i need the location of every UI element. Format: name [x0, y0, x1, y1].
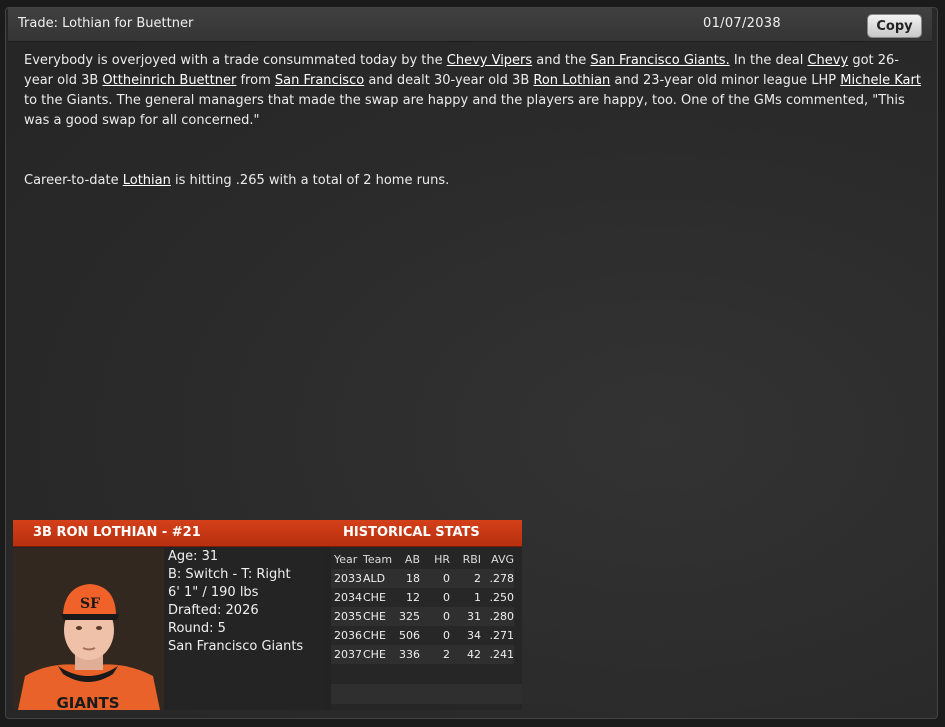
- link-ottheinrich-buettner[interactable]: Ottheinrich Buettner: [102, 73, 236, 88]
- cell-hr: 0: [443, 610, 450, 623]
- cell-rbi: 34: [467, 629, 481, 642]
- cell-avg: .280: [489, 610, 515, 623]
- col-team[interactable]: Team: [363, 550, 393, 569]
- cell-hr: 2: [443, 648, 450, 661]
- col-rbi[interactable]: RBI: [450, 550, 481, 569]
- link-michele-kart[interactable]: Michele Kart: [840, 73, 921, 88]
- table-row: 2033 ALD 18 0 2 .278: [331, 569, 514, 588]
- cell-ab: 18: [406, 572, 420, 585]
- player-bio: Age: 31 B: Switch - T: Right 6' 1" / 190…: [168, 548, 323, 710]
- article-text: Everybody is overjoyed with a trade cons…: [24, 53, 447, 68]
- article-text: In the deal: [729, 53, 808, 68]
- player-bats-throws: B: Switch - T: Right: [168, 567, 291, 582]
- player-drafted: Drafted: 2026: [168, 603, 259, 618]
- cell-year: 2037: [334, 648, 362, 661]
- cell-ab: 336: [399, 648, 420, 661]
- cell-ab: 506: [399, 629, 420, 642]
- article-paragraph: Everybody is overjoyed with a trade cons…: [24, 51, 924, 131]
- cell-ab: 12: [406, 591, 420, 604]
- stats-empty-row: [331, 684, 522, 704]
- cell-hr: 0: [443, 629, 450, 642]
- player-height-weight: 6' 1" / 190 lbs: [168, 585, 259, 600]
- cell-team: CHE: [363, 648, 386, 661]
- article-text: to the Giants. The general managers that…: [24, 93, 905, 128]
- article-text: and dealt 30-year old 3B: [364, 73, 534, 88]
- col-avg[interactable]: AVG: [481, 550, 514, 569]
- link-chevy[interactable]: Chevy: [807, 53, 848, 68]
- cell-avg: .250: [489, 591, 515, 604]
- cell-rbi: 42: [467, 648, 481, 661]
- article-text: and 23-year old minor league LHP: [610, 73, 841, 88]
- col-ab[interactable]: AB: [393, 550, 420, 569]
- copy-button[interactable]: Copy: [867, 14, 922, 38]
- cell-hr: 0: [443, 591, 450, 604]
- link-lothian[interactable]: Lothian: [123, 173, 171, 188]
- historical-stats-title: HISTORICAL STATS: [343, 525, 480, 540]
- cell-rbi: 31: [467, 610, 481, 623]
- cell-ab: 325: [399, 610, 420, 623]
- player-age: Age: 31: [168, 549, 219, 564]
- table-row: 2036 CHE 506 0 34 .271: [331, 626, 514, 645]
- svg-text:SF: SF: [80, 596, 100, 612]
- table-row: 2037 CHE 336 2 42 .241: [331, 645, 514, 664]
- cell-hr: 0: [443, 572, 450, 585]
- article-text: from: [236, 73, 275, 88]
- stats-header-row: Year Team AB HR RBI AVG: [331, 550, 514, 569]
- article-text: is hitting .265 with a total of 2 home r…: [170, 173, 450, 188]
- historical-stats-table: Year Team AB HR RBI AVG 2033 ALD 18 0 2 …: [331, 548, 522, 710]
- article-text: Career-to-date: [24, 173, 123, 188]
- player-name[interactable]: 3B RON LOTHIAN - #21: [33, 525, 201, 540]
- window-title: Trade: Lothian for Buettner: [18, 16, 194, 31]
- link-chevy-vipers[interactable]: Chevy Vipers: [447, 53, 532, 68]
- cell-year: 2034: [334, 591, 362, 604]
- article-paragraph: Career-to-date Lothian is hitting .265 w…: [24, 171, 924, 191]
- col-hr[interactable]: HR: [420, 550, 450, 569]
- cell-team: ALD: [363, 572, 386, 585]
- col-year[interactable]: Year: [331, 550, 363, 569]
- cell-avg: .241: [489, 648, 515, 661]
- article-date: 01/07/2038: [703, 16, 781, 31]
- cell-team: CHE: [363, 591, 386, 604]
- cell-team: CHE: [363, 610, 386, 623]
- title-bar: Trade: Lothian for Buettner 01/07/2038 C…: [8, 8, 932, 42]
- cell-rbi: 2: [474, 572, 481, 585]
- cell-avg: .278: [489, 572, 515, 585]
- article-text: and the: [532, 53, 591, 68]
- player-round: Round: 5: [168, 621, 226, 636]
- cell-year: 2035: [334, 610, 362, 623]
- link-san-francisco-giants[interactable]: San Francisco Giants.: [590, 53, 729, 68]
- svg-text:GIANTS: GIANTS: [56, 694, 119, 710]
- player-card: 3B RON LOTHIAN - #21 HISTORICAL STATS GI…: [13, 520, 522, 710]
- cell-avg: .271: [489, 629, 515, 642]
- player-avatar-icon: GIANTS SF: [13, 548, 164, 710]
- table-row: 2034 CHE 12 0 1 .250: [331, 588, 514, 607]
- player-photo: GIANTS SF: [13, 548, 164, 710]
- link-ron-lothian[interactable]: Ron Lothian: [533, 73, 610, 88]
- cell-team: CHE: [363, 629, 386, 642]
- cell-year: 2033: [334, 572, 362, 585]
- table-row: 2035 CHE 325 0 31 .280: [331, 607, 514, 626]
- article-body: Everybody is overjoyed with a trade cons…: [24, 51, 924, 191]
- player-card-header: 3B RON LOTHIAN - #21 HISTORICAL STATS: [13, 520, 522, 547]
- link-san-francisco[interactable]: San Francisco: [275, 73, 364, 88]
- cell-rbi: 1: [474, 591, 481, 604]
- player-team[interactable]: San Francisco Giants: [168, 638, 323, 656]
- cell-year: 2036: [334, 629, 362, 642]
